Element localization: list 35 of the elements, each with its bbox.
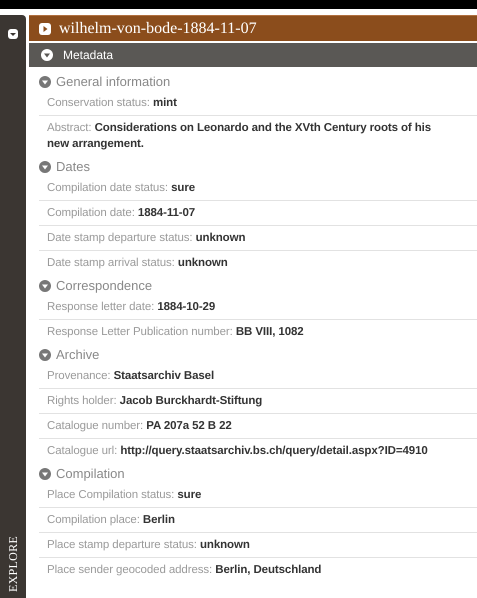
field-text: Compilation date status: sure xyxy=(47,181,196,196)
field-text: Provenance: Staatsarchiv Basel xyxy=(47,369,216,384)
field-text: new arrangement. xyxy=(47,137,145,152)
collapse-icon[interactable] xyxy=(39,349,51,361)
metadata-header[interactable]: Metadata xyxy=(29,43,477,67)
field-text: Compilation date: 1884-11-07 xyxy=(47,206,196,221)
play-icon[interactable] xyxy=(39,22,51,34)
field-text: Response Letter Publication number: BB VIII, 1082 xyxy=(47,325,305,340)
field-text: Place sender geocoded address: Berlin, Deutschland xyxy=(47,563,322,578)
field-text: Conservation status: mint xyxy=(47,96,178,111)
field-text: Abstract: Considerations on Leonardo and the XVth Century roots of his xyxy=(47,121,432,136)
field-text: Catalogue url: http://query.staatsarchiv.bs.ch/query/detail.aspx?ID=4910 xyxy=(47,444,429,459)
chevron-icon[interactable] xyxy=(8,29,18,39)
section-title[interactable]: Compilation xyxy=(56,464,125,484)
document-title: wilhelm-von-bode-1884-11-07 xyxy=(59,18,257,38)
section-title[interactable]: Archive xyxy=(56,345,100,365)
section-title[interactable]: Correspondence xyxy=(56,276,152,296)
field-text: Compilation place: Berlin xyxy=(47,513,176,528)
field-text: Catalogue number: PA 207a 52 B 22 xyxy=(47,419,233,434)
field-text: Place stamp departure status: unknown xyxy=(47,538,251,553)
collapse-icon[interactable] xyxy=(39,468,51,480)
field-text: Date stamp departure status: unknown xyxy=(47,231,246,246)
collapse-icon[interactable] xyxy=(39,280,51,292)
collapse-icon[interactable] xyxy=(41,49,53,61)
collapse-icon[interactable] xyxy=(39,161,51,173)
section-title[interactable]: Dates xyxy=(56,157,90,177)
explore-label[interactable]: EXPLORE xyxy=(4,536,22,592)
metadata-title: Metadata xyxy=(63,47,114,64)
document-title-bar[interactable]: wilhelm-von-bode-1884-11-07 xyxy=(29,15,477,41)
field-text: Rights holder: Jacob Burckhardt-Stiftung xyxy=(47,394,264,409)
field-text: Date stamp arrival status: unknown xyxy=(47,256,229,271)
collapse-icon[interactable] xyxy=(39,76,51,88)
section-title[interactable]: General information xyxy=(56,72,170,92)
field-text: Place Compilation status: sure xyxy=(47,488,202,503)
field-text: Response letter date: 1884-10-29 xyxy=(47,300,216,315)
